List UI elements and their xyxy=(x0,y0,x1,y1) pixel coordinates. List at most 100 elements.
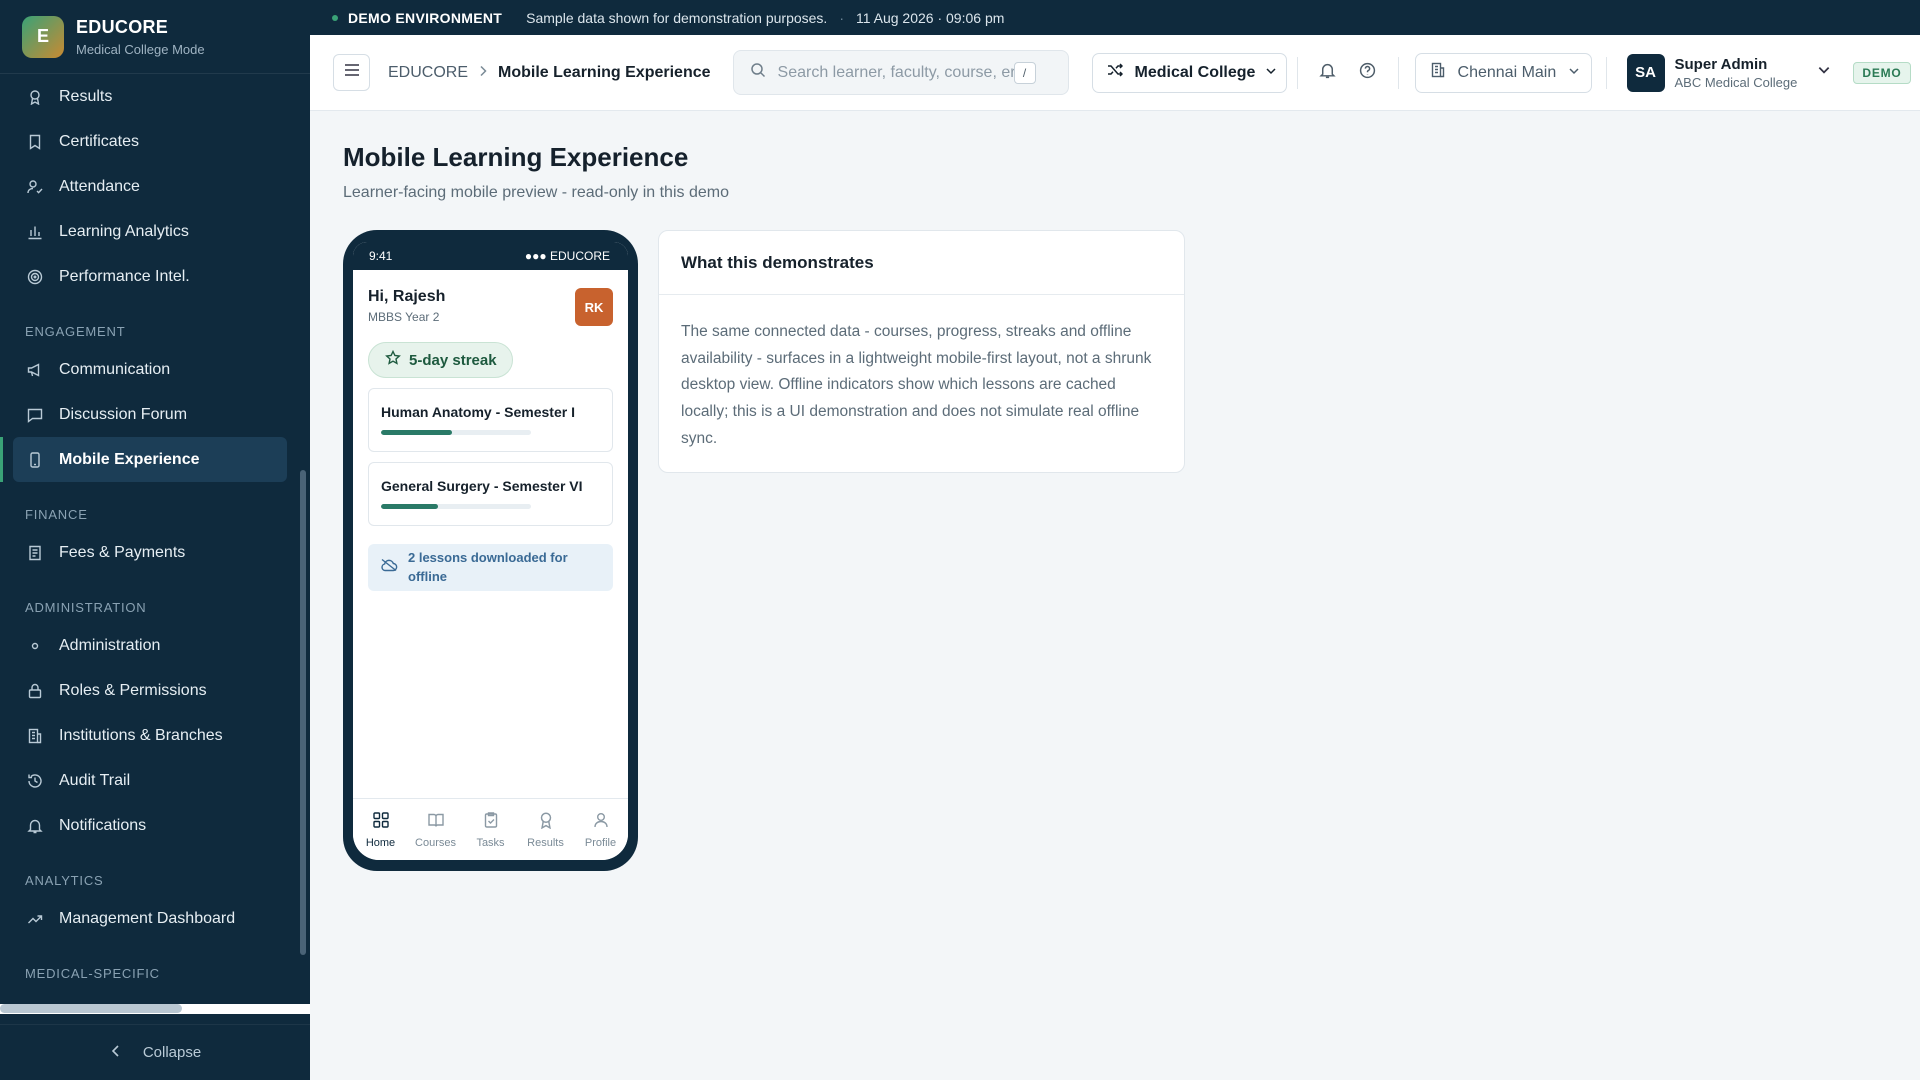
header-divider xyxy=(1605,56,1607,89)
demo-badge: DEMO xyxy=(1853,61,1911,84)
bell-icon xyxy=(1319,62,1336,84)
sidebar-item-fees-payments[interactable]: Fees & Payments xyxy=(0,530,300,575)
target-icon xyxy=(26,268,44,286)
sidebar-item-audit-trail[interactable]: Audit Trail xyxy=(0,758,300,803)
branch-label: Chennai Main xyxy=(1457,63,1557,81)
tab-label: Home xyxy=(365,836,396,849)
phone-mockup: 9:41 ●●● EDUCORE Hi, Rajesh MBBS Year 2 … xyxy=(343,230,638,871)
section-engagement: ENGAGEMENT xyxy=(25,324,126,339)
receipt-icon xyxy=(26,544,44,562)
phone-time: 9:41 xyxy=(369,249,393,263)
notifications-button[interactable] xyxy=(1308,53,1348,93)
streak-label: 5-day streak xyxy=(409,351,497,369)
progress-bar xyxy=(381,430,531,435)
greeting-subtitle: MBBS Year 2 xyxy=(368,310,440,324)
trending-up-icon xyxy=(26,910,44,928)
dot-icon xyxy=(26,637,44,655)
sidebar-item-performance-intel[interactable]: Performance Intel. xyxy=(0,254,300,299)
sidebar-item-roles-permissions[interactable]: Roles & Permissions xyxy=(0,668,300,713)
branch-selector[interactable]: Chennai Main xyxy=(1414,52,1592,93)
sidebar-item-attendance[interactable]: Attendance xyxy=(0,164,300,209)
top-header: EDUCORE Mobile Learning Experience / Med… xyxy=(310,35,1920,111)
info-card-title: What this demonstrates xyxy=(659,231,1184,295)
learner-avatar[interactable]: RK xyxy=(575,288,613,326)
sidebar-item-results[interactable]: Results xyxy=(0,74,300,119)
tab-profile[interactable]: Profile xyxy=(573,799,628,860)
header-divider xyxy=(1397,56,1399,89)
tab-home[interactable]: Home xyxy=(353,799,408,860)
sidebar-item-discussion-forum[interactable]: Discussion Forum xyxy=(0,392,300,437)
book-open-icon xyxy=(427,811,445,832)
menu-button[interactable] xyxy=(333,54,370,91)
sidebar-item-communication[interactable]: Communication xyxy=(0,347,300,392)
sidebar-item-label: Performance Intel. xyxy=(59,267,190,285)
banner-timestamp: 11 Aug 2026 · 09:06 pm xyxy=(855,9,1005,26)
sidebar-item-administration[interactable]: Administration xyxy=(0,623,300,668)
progress-bar xyxy=(381,504,531,509)
phone-statusbar: 9:41 ●●● EDUCORE xyxy=(353,242,628,270)
greeting: Hi, Rajesh xyxy=(368,288,446,305)
sidebar-item-notifications[interactable]: Notifications xyxy=(0,803,300,848)
section-analytics: ANALYTICS xyxy=(25,873,104,888)
global-search[interactable]: / xyxy=(732,50,1069,95)
course-title: Human Anatomy - Semester I xyxy=(381,404,575,420)
phone-tabbar: Home Courses Tasks Results Profile xyxy=(353,798,628,860)
header-divider xyxy=(1296,56,1298,89)
sidebar-item-label: Communication xyxy=(59,360,171,378)
building-icon xyxy=(26,727,44,745)
message-square-icon xyxy=(26,406,44,424)
chevron-down-icon xyxy=(1817,63,1831,82)
tab-label: Tasks xyxy=(476,836,505,849)
tab-tasks[interactable]: Tasks xyxy=(463,799,518,860)
tab-label: Results xyxy=(527,836,564,849)
bar-chart-icon xyxy=(26,223,44,241)
course-card[interactable]: Human Anatomy - Semester I xyxy=(368,388,613,452)
section-administration: ADMINISTRATION xyxy=(25,600,147,615)
tab-courses[interactable]: Courses xyxy=(408,799,463,860)
user-org: ABC Medical College xyxy=(1674,74,1798,90)
award-icon xyxy=(537,811,555,832)
sidebar-item-management-dashboard[interactable]: Management Dashboard xyxy=(0,896,300,941)
sidebar-item-label: Notifications xyxy=(59,816,147,834)
sidebar-hscrollbar[interactable] xyxy=(0,1004,182,1013)
sidebar-item-label: Audit Trail xyxy=(59,771,131,789)
info-card-body: The same connected data - courses, progr… xyxy=(681,323,1152,447)
page-title: Mobile Learning Experience xyxy=(343,142,689,172)
shuffle-icon xyxy=(1107,62,1123,83)
mode-selector[interactable]: Medical College xyxy=(1091,52,1287,93)
megaphone-icon xyxy=(26,361,44,379)
course-card[interactable]: General Surgery - Semester VI xyxy=(368,462,613,526)
offline-notice: 2 lessons downloaded for offline xyxy=(368,544,613,591)
sidebar-item-label: Roles & Permissions xyxy=(59,681,207,699)
sidebar-item-certificates[interactable]: Certificates xyxy=(0,119,300,164)
breadcrumb-home[interactable]: EDUCORE xyxy=(388,64,468,82)
offline-text: 2 lessons downloaded for offline xyxy=(408,549,568,584)
tab-results[interactable]: Results xyxy=(518,799,573,860)
sidebar-item-learning-analytics[interactable]: Learning Analytics xyxy=(0,209,300,254)
sidebar-scrollbar[interactable] xyxy=(300,470,306,955)
brand[interactable]: E EDUCORE Medical College Mode xyxy=(0,0,310,74)
sidebar-item-label: Certificates xyxy=(59,132,140,150)
section-finance: FINANCE xyxy=(25,507,88,522)
mode-label: Medical College xyxy=(1134,63,1256,81)
user-menu[interactable]: SA Super Admin ABC Medical College xyxy=(1626,53,1832,92)
chevron-down-icon xyxy=(1265,64,1277,82)
help-button[interactable] xyxy=(1348,53,1388,93)
sidebar-item-institutions-branches[interactable]: Institutions & Branches xyxy=(0,713,300,758)
tab-label: Profile xyxy=(584,836,617,849)
sidebar-item-mobile-experience[interactable]: Mobile Experience xyxy=(0,437,287,482)
bell-icon xyxy=(26,817,44,835)
streak-badge: 5-day streak xyxy=(368,342,513,378)
clipboard-check-icon xyxy=(482,811,500,832)
brand-logo: E xyxy=(22,15,64,58)
smartphone-icon xyxy=(26,451,44,469)
collapse-label: Collapse xyxy=(142,1044,202,1061)
breadcrumb: EDUCORE Mobile Learning Experience xyxy=(388,64,711,82)
tab-label: Courses xyxy=(415,836,456,849)
user-check-icon xyxy=(26,178,44,196)
search-input[interactable] xyxy=(777,63,1014,82)
greeting-row: Hi, Rajesh MBBS Year 2 RK xyxy=(353,270,628,326)
info-card: What this demonstrates The same connecte… xyxy=(658,230,1185,473)
chevron-down-icon xyxy=(1568,64,1580,82)
collapse-button[interactable]: Collapse xyxy=(0,1024,310,1080)
